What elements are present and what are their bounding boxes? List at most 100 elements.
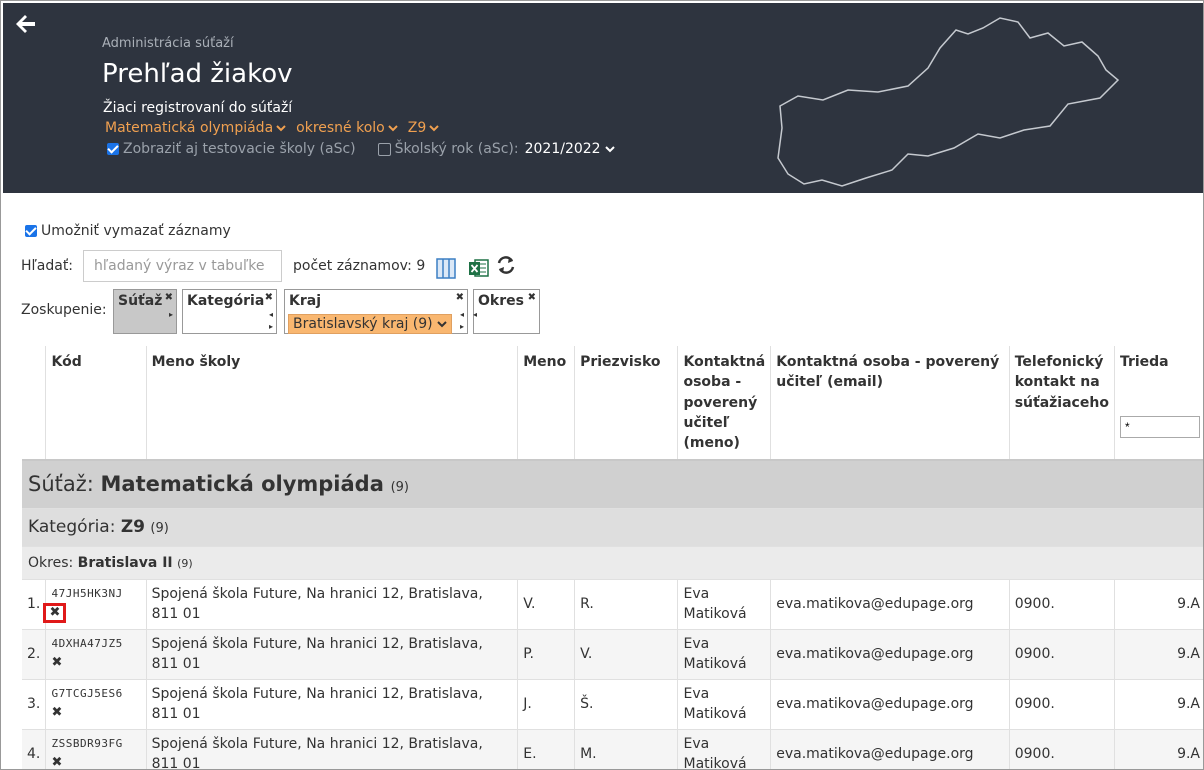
contact-name-cell: Eva Matiková (677, 579, 771, 630)
phone-cell: 0900. (1008, 579, 1115, 630)
row-number: 2. (22, 629, 46, 680)
allow-delete-option: Umožniť vymazať záznamy (25, 223, 231, 239)
group-label: Súťaž: (28, 472, 94, 497)
table-row[interactable]: 2. 4DXHA47JZ5 ✖ Spojená škola Future, Na… (22, 629, 1203, 680)
group-row-competition[interactable]: Súťaž: Matematická olympiáda (9) (22, 460, 1203, 509)
col-header-phone[interactable]: Telefonický kontakt na súťažiaceho (1008, 346, 1115, 462)
competition-filters: Matematická olympiáda okresné kolo Z9 (105, 120, 439, 136)
student-code: 47JH5HK3NJ (51, 586, 123, 600)
header-options: Zobraziť aj testovacie školy (aSc) Škols… (107, 141, 615, 157)
col-header-contact-email[interactable]: Kontaktná osoba - poverený učiteľ (email… (770, 346, 1010, 462)
code-cell: 47JH5HK3NJ ✖ (43, 579, 147, 630)
arrow-left-icon[interactable]: ◂ (473, 310, 477, 319)
school-cell: Spojená škola Future, Na hranici 12, Bra… (145, 679, 518, 730)
close-icon[interactable]: ✖ (165, 292, 173, 303)
arrow-right-icon[interactable]: ▸ (460, 322, 464, 331)
arrow-right-icon[interactable]: ▸ (269, 322, 273, 331)
close-icon[interactable]: ✖ (265, 292, 273, 303)
col-header-first-name[interactable]: Meno (517, 346, 575, 462)
group-chip-label: Kraj (289, 293, 321, 309)
group-row-category[interactable]: Kategória: Z9 (9) (22, 508, 1203, 547)
group-chip-competition[interactable]: Súťaž ✖ ▸ (113, 289, 177, 334)
delete-icon[interactable]: ✖ (51, 656, 62, 670)
last-name-cell: V. (574, 629, 678, 680)
last-name-cell: M. (574, 729, 678, 769)
test-schools-label[interactable]: Zobraziť aj testovacie školy (aSc) (123, 141, 356, 157)
delete-icon[interactable]: ✖ (51, 756, 62, 769)
group-chip-region[interactable]: Kraj ✖ ◂ ▸ Bratislavský kraj (9) (284, 289, 468, 334)
contact-email-cell: eva.matikova@edupage.org (770, 729, 1010, 769)
first-name-cell: J. (517, 679, 575, 730)
arrow-right-icon[interactable]: ▸ (169, 310, 173, 319)
close-icon[interactable]: ✖ (456, 292, 464, 303)
contact-email-cell: eva.matikova@edupage.org (770, 679, 1010, 730)
col-header-code[interactable]: Kód (45, 346, 147, 462)
contact-name-cell: Eva Matiková (677, 679, 771, 730)
chevron-down-icon (604, 146, 615, 153)
group-chip-label: Okres (478, 293, 524, 309)
competition-dropdown-label: Matematická olympiáda (105, 120, 274, 136)
contact-name-cell: Eva Matiková (677, 729, 771, 769)
search-label: Hľadať: (21, 258, 74, 274)
school-year-dropdown[interactable]: 2021/2022 (525, 141, 615, 157)
row-number: 3. (22, 679, 46, 730)
allow-delete-checkbox[interactable] (25, 225, 37, 237)
grouping-label: Zoskupenie: (21, 302, 107, 318)
region-select-value: Bratislavský kraj (9) (293, 316, 433, 332)
student-code: G7TCGJ5ES6 (51, 687, 123, 701)
class-filter-input[interactable] (1119, 416, 1200, 439)
col-header-last-name[interactable]: Priezvisko (574, 346, 678, 462)
table-row[interactable]: 1. 47JH5HK3NJ ✖ Spojená škola Future, Na… (22, 579, 1203, 630)
last-name-cell: R. (574, 579, 678, 630)
students-table: Kód Meno školy Meno Priezvisko Kontaktná… (22, 346, 1203, 769)
col-header-class-label: Trieda (1119, 354, 1169, 370)
last-name-cell: Š. (574, 679, 678, 730)
col-header-number (22, 346, 46, 462)
group-chip-district[interactable]: Okres ✖ ◂ (473, 289, 540, 334)
search-input[interactable] (83, 250, 282, 282)
contact-email-cell: eva.matikova@edupage.org (770, 579, 1010, 630)
group-chip-category[interactable]: Kategória ✖ ◂ ▸ (182, 289, 277, 334)
delete-icon[interactable]: ✖ (51, 706, 62, 720)
col-header-class[interactable]: Trieda (1113, 346, 1203, 462)
slovakia-map-icon (777, 17, 1120, 187)
arrow-left-icon[interactable]: ◂ (460, 310, 464, 319)
round-dropdown[interactable]: okresné kolo (296, 120, 398, 136)
back-arrow-icon[interactable] (13, 11, 39, 37)
allow-delete-label[interactable]: Umožniť vymazať záznamy (41, 223, 231, 239)
group-value: Bratislava II (77, 554, 173, 571)
class-cell: 9.A (1113, 729, 1203, 769)
breadcrumb[interactable]: Administrácia súťaží (102, 36, 234, 51)
school-cell: Spojená škola Future, Na hranici 12, Bra… (145, 629, 518, 680)
code-cell: G7TCGJ5ES6 ✖ (45, 679, 147, 730)
columns-icon[interactable] (435, 257, 457, 279)
group-row-district[interactable]: Okres: Bratislava II (9) (22, 546, 1203, 580)
phone-cell: 0900. (1008, 629, 1115, 680)
col-header-contact-name[interactable]: Kontaktná osoba - poverený učiteľ (meno) (677, 346, 771, 462)
region-select[interactable]: Bratislavský kraj (9) (288, 314, 452, 334)
competition-dropdown[interactable]: Matematická olympiáda (105, 120, 286, 136)
excel-icon[interactable] (468, 257, 490, 279)
test-schools-checkbox[interactable] (107, 143, 119, 155)
table-row[interactable]: 4. ZSSBDR93FG ✖ Spojená škola Future, Na… (22, 729, 1203, 769)
page-header: Administrácia súťaží Prehľad žiakov Žiac… (3, 3, 1203, 193)
group-count: (9) (150, 520, 169, 536)
group-count: (9) (390, 480, 409, 496)
chevron-down-icon (436, 321, 447, 328)
table-row[interactable]: 3. G7TCGJ5ES6 ✖ Spojená škola Future, Na… (22, 679, 1203, 730)
phone-cell: 0900. (1008, 679, 1115, 730)
chevron-down-icon (276, 125, 286, 132)
group-label: Okres: (28, 554, 74, 571)
close-icon[interactable]: ✖ (528, 292, 536, 303)
contact-email-cell: eva.matikova@edupage.org (770, 629, 1010, 680)
delete-icon[interactable]: ✖ (43, 602, 67, 623)
category-dropdown-label: Z9 (407, 120, 427, 136)
page-frame: Administrácia súťaží Prehľad žiakov Žiac… (0, 0, 1204, 770)
col-header-school[interactable]: Meno školy (145, 346, 518, 462)
refresh-icon[interactable] (495, 254, 517, 276)
group-chip-label: Súťaž (118, 293, 163, 309)
category-dropdown[interactable]: Z9 (408, 120, 440, 136)
first-name-cell: P. (517, 629, 575, 680)
arrow-left-icon[interactable]: ◂ (269, 310, 273, 319)
contact-name-cell: Eva Matiková (677, 629, 771, 680)
